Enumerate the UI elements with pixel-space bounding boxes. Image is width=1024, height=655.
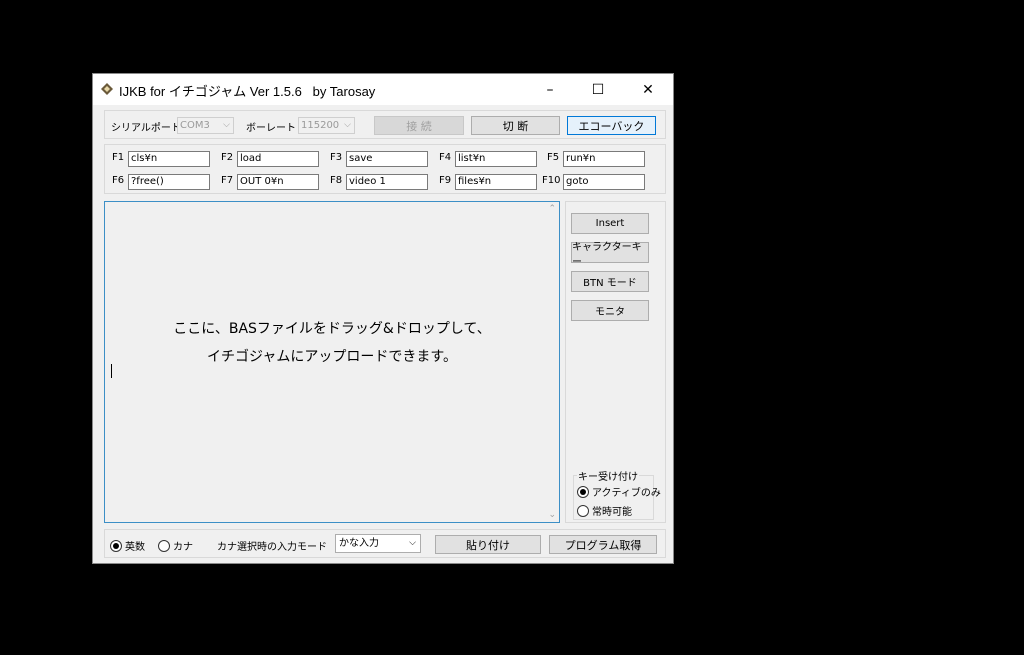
active-only-radio[interactable]: アクティブのみ xyxy=(577,484,661,499)
key-accept-title: キー受け付け xyxy=(577,468,639,483)
btn-mode-button[interactable]: BTN モード xyxy=(571,271,649,292)
scroll-down-icon[interactable]: ⌄ xyxy=(548,510,556,520)
monitor-button[interactable]: モニタ xyxy=(571,300,649,321)
f9-label: F9 xyxy=(439,175,452,186)
f5-input[interactable]: run¥n xyxy=(563,151,645,167)
baud-rate-value: 115200 xyxy=(301,120,340,131)
always-label: 常時可能 xyxy=(592,507,632,518)
always-radio[interactable]: 常時可能 xyxy=(577,503,632,518)
f8-label: F8 xyxy=(330,175,343,186)
echoback-button[interactable]: エコーバック xyxy=(567,116,656,135)
app-icon xyxy=(101,83,113,95)
text-cursor xyxy=(111,364,112,378)
serial-port-value: COM3 xyxy=(180,120,210,131)
f3-input[interactable]: save xyxy=(346,151,428,167)
maximize-icon: ☐ xyxy=(591,81,605,98)
paste-button[interactable]: 貼り付け xyxy=(435,535,541,554)
f10-input[interactable]: goto xyxy=(563,174,645,190)
minimize-button[interactable]: – xyxy=(527,74,573,105)
f7-label: F7 xyxy=(221,175,234,186)
kana-mode-value: かな入力 xyxy=(339,538,379,549)
f1-input[interactable]: cls¥n xyxy=(128,151,210,167)
drop-text-area[interactable]: ここに、BASファイルをドラッグ&ドロップして、 イチゴジャムにアップロードでき… xyxy=(104,201,560,523)
app-window: IJKB for イチゴジャム Ver 1.5.6 by Tarosay – ☐… xyxy=(92,73,674,564)
radio-unselected-icon xyxy=(577,504,589,517)
kana-mode-label: カナ選択時の入力モード xyxy=(217,542,327,553)
baud-rate-combo[interactable]: 115200 ⌵ xyxy=(298,117,355,134)
active-only-label: アクティブのみ xyxy=(592,488,661,499)
f10-label: F10 xyxy=(542,175,561,186)
chevron-down-icon: ⌵ xyxy=(344,120,351,130)
window-title: IJKB for イチゴジャム Ver 1.5.6 by Tarosay xyxy=(119,84,376,99)
f9-input[interactable]: files¥n xyxy=(455,174,537,190)
radio-selected-icon xyxy=(110,539,122,552)
serial-port-label: シリアルポート xyxy=(111,123,181,134)
maximize-button[interactable]: ☐ xyxy=(575,74,621,105)
drop-hint-line2: イチゴジャムにアップロードできます。 xyxy=(207,349,457,365)
connect-button[interactable]: 接 続 xyxy=(374,116,464,135)
drop-hint-line1: ここに、BASファイルをドラッグ&ドロップして、 xyxy=(173,321,491,337)
radio-selected-icon xyxy=(577,485,589,498)
f4-label: F4 xyxy=(439,152,452,163)
f7-input[interactable]: OUT 0¥n xyxy=(237,174,319,190)
close-button[interactable]: ✕ xyxy=(625,74,671,105)
baud-rate-label: ボーレート xyxy=(246,123,296,134)
eisu-label: 英数 xyxy=(125,542,145,553)
f6-input[interactable]: ?free() xyxy=(128,174,210,190)
f8-input[interactable]: video 1 xyxy=(346,174,428,190)
f1-label: F1 xyxy=(112,152,125,163)
kana-label: カナ xyxy=(173,542,193,553)
kana-mode-select[interactable]: かな入力 ⌵ xyxy=(335,534,421,553)
close-icon: ✕ xyxy=(642,81,654,98)
f4-input[interactable]: list¥n xyxy=(455,151,537,167)
radio-unselected-icon xyxy=(158,539,170,552)
function-keys-group: F1 cls¥n F2 load F3 save F4 list¥n F5 ru… xyxy=(104,144,666,194)
f2-input[interactable]: load xyxy=(237,151,319,167)
chevron-down-icon: ⌵ xyxy=(223,120,230,130)
f3-label: F3 xyxy=(330,152,343,163)
f2-label: F2 xyxy=(221,152,234,163)
f5-label: F5 xyxy=(547,152,560,163)
chevron-down-icon: ⌵ xyxy=(409,538,416,548)
f6-label: F6 xyxy=(112,175,125,186)
scroll-up-icon[interactable]: ⌃ xyxy=(548,204,556,214)
character-key-button[interactable]: キャラクターキー xyxy=(571,242,649,268)
disconnect-button[interactable]: 切 断 xyxy=(471,116,560,135)
title-bar: IJKB for イチゴジャム Ver 1.5.6 by Tarosay – ☐… xyxy=(93,74,673,105)
insert-button[interactable]: Insert xyxy=(571,213,649,234)
connection-group: シリアルポート COM3 ⌵ ボーレート 115200 ⌵ 接 続 切 断 エコ… xyxy=(104,110,666,139)
kana-radio[interactable]: カナ xyxy=(158,538,193,553)
serial-port-combo[interactable]: COM3 ⌵ xyxy=(177,117,234,134)
minimize-icon: – xyxy=(546,81,554,98)
eisu-radio[interactable]: 英数 xyxy=(110,538,145,553)
get-program-button[interactable]: プログラム取得 xyxy=(549,535,657,554)
